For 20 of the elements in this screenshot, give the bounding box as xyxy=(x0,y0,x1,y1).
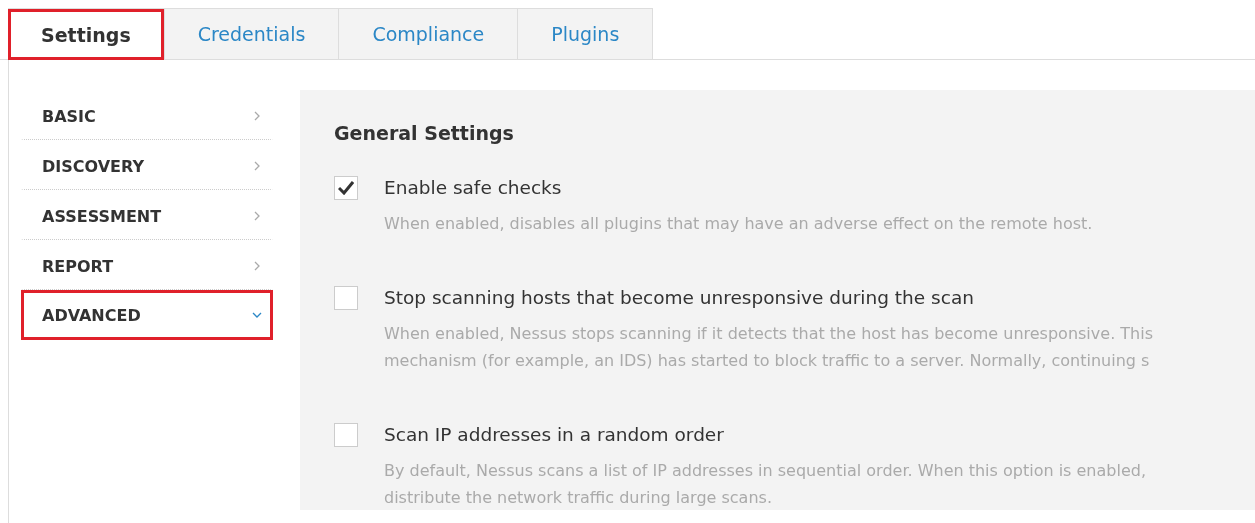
option-description: When enabled, disables all plugins that may have an adverse effect on the remote host. xyxy=(384,213,1093,235)
checkbox[interactable] xyxy=(334,423,358,447)
tab[interactable]: Plugins xyxy=(518,8,654,59)
sidebar-item[interactable]: ADVANCED xyxy=(21,290,273,340)
section-title: General Settings xyxy=(334,122,514,144)
tab[interactable]: Credentials xyxy=(164,8,340,59)
tab[interactable]: Settings xyxy=(8,8,165,60)
option-label: Enable safe checks xyxy=(384,176,562,200)
sidebar-item[interactable]: DISCOVERY xyxy=(21,140,273,190)
checkbox[interactable] xyxy=(334,286,358,310)
sidebar-item[interactable]: BASIC xyxy=(21,90,273,140)
option-description: distribute the network traffic during large scans. xyxy=(384,487,772,509)
checkbox[interactable] xyxy=(334,176,358,200)
option-description: mechanism (for example, an IDS) has started to block traffic to a server. Normally, continuing s xyxy=(384,350,1150,372)
option-label: Stop scanning hosts that become unresponsive during the scan xyxy=(384,286,974,310)
tab[interactable]: Compliance xyxy=(339,8,519,59)
option-description: When enabled, Nessus stops scanning if it detects that the host has become unresponsive. This xyxy=(384,323,1153,345)
sidebar-item[interactable]: ASSESSMENT xyxy=(21,190,273,240)
option-description: By default, Nessus scans a list of IP addresses in sequential order. When this option is enabled, xyxy=(384,460,1146,482)
option-label: Scan IP addresses in a random order xyxy=(384,423,724,447)
